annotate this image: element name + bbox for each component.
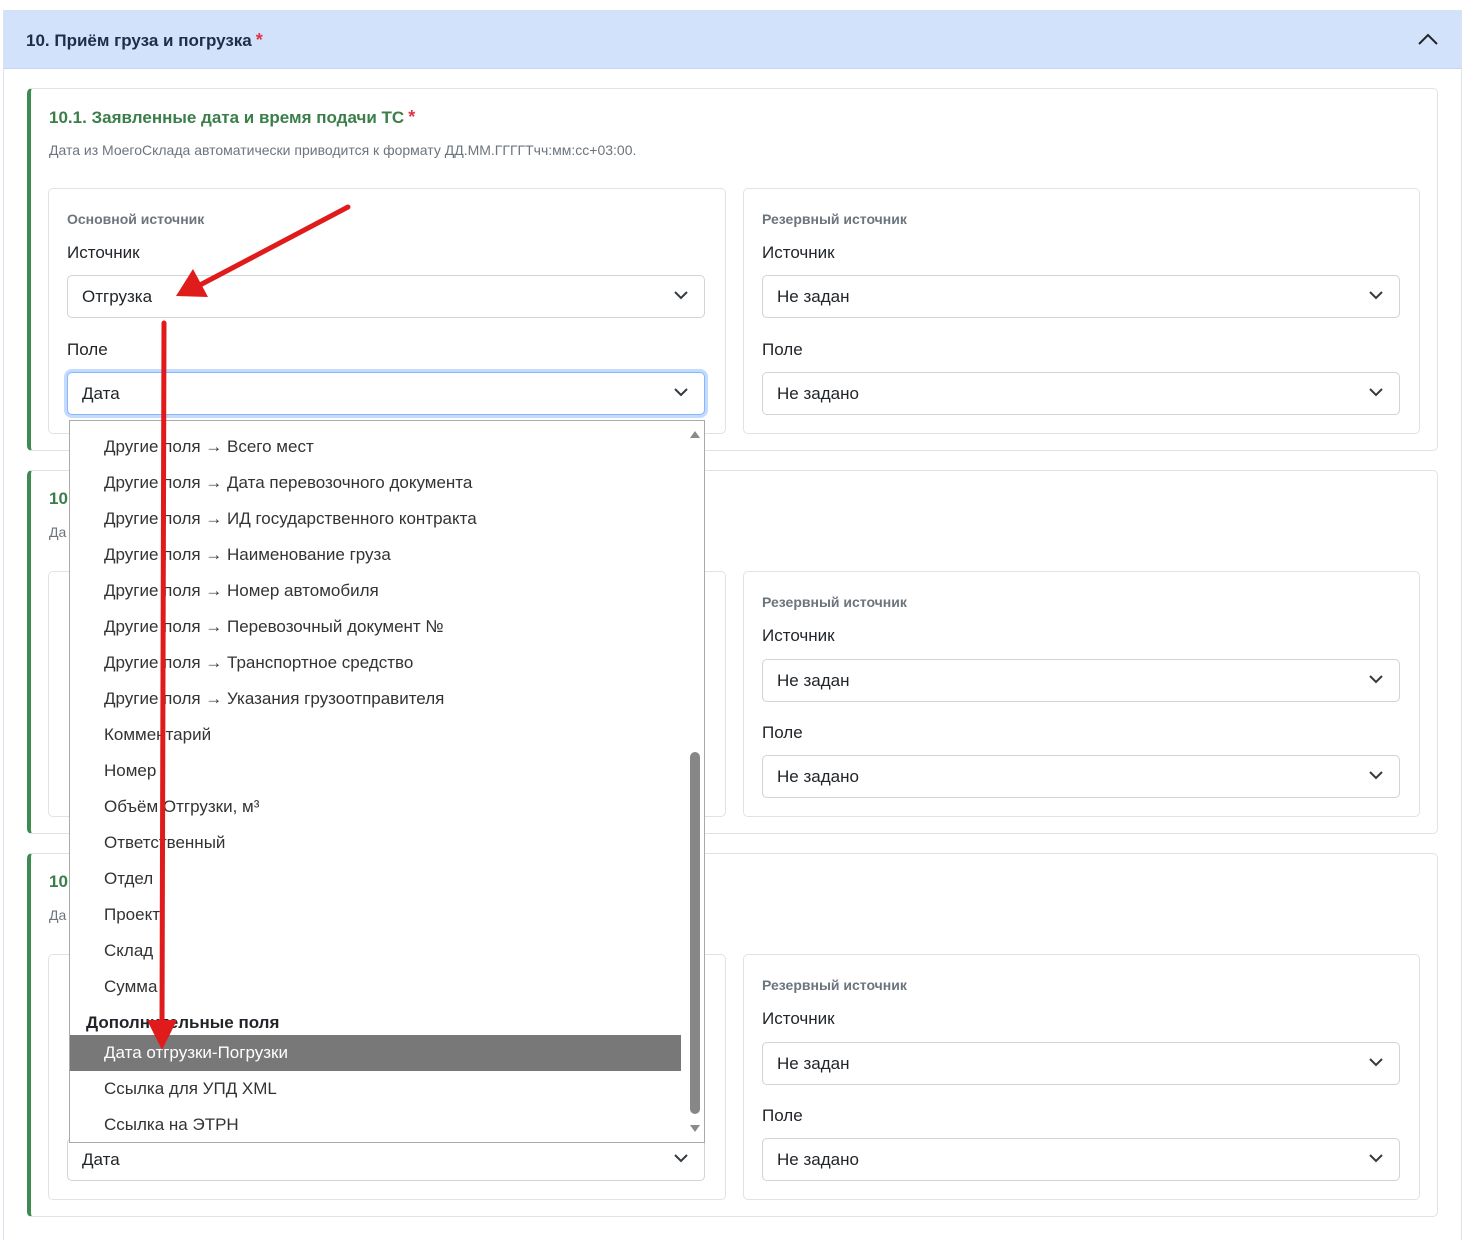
backup-source-select-value: Не задан [777, 671, 850, 690]
chevron-down-icon [1369, 771, 1383, 780]
dropdown-option[interactable]: Другие поля → Номер автомобиля [70, 573, 681, 609]
chevron-down-icon [1369, 675, 1383, 684]
source-label: Источник [762, 1009, 835, 1028]
source-select[interactable]: Отгрузка [67, 275, 705, 318]
section-title: 10. Приём груза и погрузка * [26, 30, 263, 51]
card-description: Да [49, 524, 67, 540]
chevron-down-icon [1369, 1058, 1383, 1067]
required-asterisk: * [408, 107, 416, 127]
chevron-down-icon [674, 291, 688, 300]
dropdown-option[interactable]: Другие поля → Указания грузоотправителя [70, 681, 681, 717]
field-select-value: Дата [82, 384, 120, 403]
dropdown-option-highlighted[interactable]: Дата отгрузки-Погрузки [70, 1035, 681, 1071]
backup-source-panel: Резервный источник Источник Не задан Пол… [743, 188, 1420, 434]
card-title-text: 10.1. Заявленные дата и время подачи ТС [49, 108, 405, 127]
backup-source-select[interactable]: Не задан [762, 275, 1400, 318]
card-description: Да [49, 907, 67, 923]
source-select-value: Отгрузка [82, 287, 153, 306]
backup-source-panel: Резервный источник Источник Не задан Пол… [743, 954, 1420, 1200]
primary-source-panel: Основной источник Источник Отгрузка Поле… [48, 188, 726, 434]
dropdown-scrollbar[interactable] [685, 421, 704, 1142]
field-select[interactable]: Дата [67, 372, 705, 415]
chevron-down-icon [674, 1154, 688, 1163]
scroll-down-icon[interactable] [689, 1124, 701, 1134]
backup-field-select-value: Не задано [777, 384, 859, 403]
field-label: Поле [67, 340, 108, 359]
dropdown-option[interactable]: Ссылка на ЭТРН [70, 1107, 681, 1142]
backup-source-heading: Резервный источник [762, 211, 907, 227]
chevron-down-icon [1369, 291, 1383, 300]
scrollbar-thumb[interactable] [690, 752, 700, 1114]
chevron-up-icon[interactable] [1415, 30, 1441, 48]
field-select-value: Дата [82, 1150, 120, 1169]
backup-source-select-value: Не задан [777, 1054, 850, 1073]
field-card-10-1: 10.1. Заявленные дата и время подачи ТС *… [27, 88, 1438, 451]
dropdown-option[interactable]: Другие поля → Транспортное средство [70, 645, 681, 681]
source-label: Источник [762, 243, 835, 262]
dropdown-option[interactable]: Склад [70, 933, 681, 969]
scroll-up-icon[interactable] [689, 429, 701, 439]
source-label: Источник [762, 626, 835, 645]
backup-source-heading: Резервный источник [762, 977, 907, 993]
backup-source-select[interactable]: Не задан [762, 659, 1400, 702]
dropdown-option[interactable]: Ссылка для УПД XML [70, 1071, 681, 1107]
backup-field-select-value: Не задано [777, 1150, 859, 1169]
dropdown-option[interactable]: Ответственный [70, 825, 681, 861]
required-asterisk: * [255, 30, 263, 50]
section-header[interactable]: 10. Приём груза и погрузка * [4, 10, 1461, 69]
dropdown-option[interactable]: Сумма [70, 969, 681, 1005]
dropdown-option[interactable]: Комментарий [70, 717, 681, 753]
card-description: Дата из МоегоСклада автоматически привод… [49, 142, 637, 158]
dropdown-option[interactable]: Другие поля → Наименование груза [70, 537, 681, 573]
dropdown-option[interactable]: Проект [70, 897, 681, 933]
chevron-down-icon [1369, 388, 1383, 397]
backup-source-select-value: Не задан [777, 287, 850, 306]
field-label: Поле [762, 723, 803, 742]
card-title: 10.1. Заявленные дата и время подачи ТС * [49, 107, 415, 128]
dropdown-option[interactable]: Другие поля → ИД государственного контра… [70, 501, 681, 537]
section-title-text: 10. Приём груза и погрузка [26, 31, 252, 50]
backup-field-select[interactable]: Не задано [762, 1138, 1400, 1181]
dropdown-option[interactable]: Номер [70, 753, 681, 789]
field-label: Поле [762, 340, 803, 359]
primary-source-heading: Основной источник [67, 211, 205, 227]
backup-source-panel: Резервный источник Источник Не задан Пол… [743, 571, 1420, 817]
backup-source-heading: Резервный источник [762, 594, 907, 610]
field-select[interactable]: Дата [67, 1138, 705, 1181]
backup-field-select[interactable]: Не задано [762, 372, 1400, 415]
dropdown-option[interactable]: Объём Отгрузки, м³ [70, 789, 681, 825]
backup-field-select[interactable]: Не задано [762, 755, 1400, 798]
chevron-down-icon [1369, 1154, 1383, 1163]
dropdown-option[interactable]: Отдел [70, 861, 681, 897]
field-dropdown-list[interactable]: Другие поля → Всего мест Другие поля → Д… [69, 420, 705, 1143]
dropdown-option[interactable]: Другие поля → Всего мест [70, 429, 681, 465]
source-label: Источник [67, 243, 140, 262]
backup-field-select-value: Не задано [777, 767, 859, 786]
dropdown-option[interactable]: Другие поля → Дата перевозочного докумен… [70, 465, 681, 501]
chevron-down-icon [674, 388, 688, 397]
backup-source-select[interactable]: Не задан [762, 1042, 1400, 1085]
field-label: Поле [762, 1106, 803, 1125]
dropdown-option[interactable]: Другие поля → Перевозочный документ № [70, 609, 681, 645]
